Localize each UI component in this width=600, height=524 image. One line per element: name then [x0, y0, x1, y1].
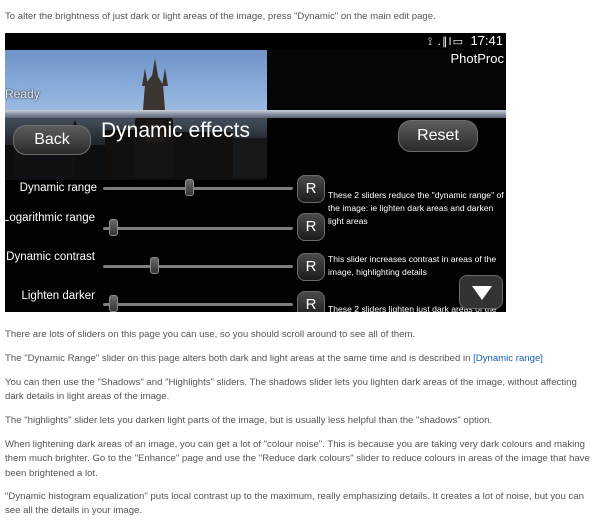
- dynamic-range-link[interactable]: [Dynamic range]: [473, 353, 543, 364]
- paragraph-2-text: The "Dynamic Range" slider on this page …: [5, 353, 471, 364]
- signal-battery-icons: ⟟ .∥l▭: [427, 35, 464, 48]
- paragraph-1: There are lots of sliders on this page y…: [5, 329, 416, 340]
- description-dynamic-range: These 2 sliders reduce the "dynamic rang…: [328, 190, 504, 226]
- paragraph-5: When lightening dark areas of an image, …: [5, 439, 590, 479]
- paragraph-4: The "highlights" slider lets you darken …: [5, 415, 493, 426]
- dialog-title: Dynamic effects: [101, 119, 250, 142]
- triangle-down-icon: [472, 286, 492, 300]
- paragraph-6: "Dynamic histogram equalization" puts lo…: [5, 491, 584, 517]
- paragraph-3: You can then use the "Shadows" and "High…: [5, 377, 577, 403]
- slider-label-dynamic-contrast: Dynamic contrast: [6, 251, 95, 263]
- slider-label-logarithmic-range: Logarithmic range: [5, 212, 95, 224]
- slider-label-dynamic-range: Dynamic range: [19, 182, 97, 194]
- phone-screenshot: ⟟ .∥l▭ 17:41 Ready PhotProc Back Dynamic…: [5, 33, 506, 312]
- reset-button[interactable]: Reset: [398, 120, 478, 152]
- slider-track-logarithmic-range[interactable]: [103, 227, 293, 230]
- ready-label: Ready: [5, 87, 40, 101]
- reset-logarithmic-range-button[interactable]: R: [297, 213, 325, 241]
- back-button[interactable]: Back: [13, 125, 91, 155]
- slider-track-lighten-darker[interactable]: [103, 303, 293, 306]
- slider-track-dynamic-range[interactable]: [103, 187, 293, 190]
- slider-label-lighten-darker: Lighten darker: [21, 290, 95, 302]
- reset-dynamic-range-button[interactable]: R: [297, 175, 325, 203]
- slider-track-dynamic-contrast[interactable]: [103, 265, 293, 268]
- clock: 17:41: [470, 33, 503, 48]
- paragraph-2: The "Dynamic Range" slider on this page …: [5, 352, 593, 366]
- reset-lighten-darker-button[interactable]: R: [297, 291, 325, 312]
- reset-dynamic-contrast-button[interactable]: R: [297, 253, 325, 281]
- slider-thumb-lighten-darker[interactable]: [108, 295, 118, 312]
- app-title: PhotProc: [450, 51, 504, 66]
- scroll-down-button[interactable]: [459, 275, 503, 309]
- slider-thumb-logarithmic-range[interactable]: [108, 219, 118, 236]
- slider-thumb-dynamic-contrast[interactable]: [150, 257, 160, 274]
- intro-text: To alter the brightness of just dark or …: [5, 11, 436, 22]
- slider-thumb-dynamic-range[interactable]: [184, 179, 194, 196]
- divider-strip: [5, 110, 506, 118]
- status-bar: ⟟ .∥l▭ 17:41: [5, 33, 506, 49]
